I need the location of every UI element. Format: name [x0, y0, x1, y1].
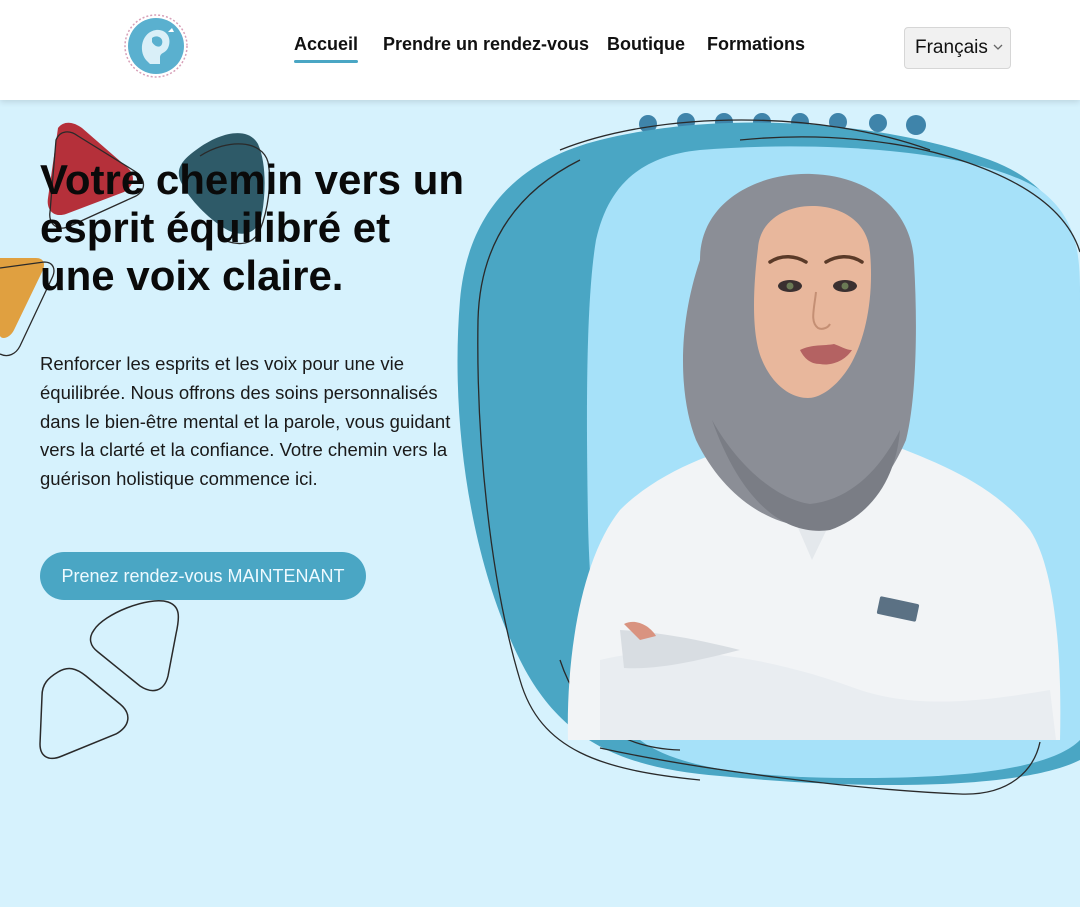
orange-triangle-shape — [0, 258, 44, 338]
hero-title: Votre chemin vers un esprit équilibré et… — [40, 156, 480, 300]
chevron-down-icon — [993, 44, 1003, 50]
hero-title-line: esprit équilibré et — [40, 204, 391, 251]
book-appointment-label: Prenez rendez-vous MAINTENANT — [61, 565, 345, 586]
language-select-value: Français — [915, 37, 988, 58]
language-select[interactable]: Français — [904, 27, 1011, 69]
hero-title-line: une voix claire. — [40, 252, 344, 299]
book-appointment-button[interactable]: Prenez rendez-vous MAINTENANT — [40, 552, 366, 600]
nav-item-rendez-vous[interactable]: Prendre un rendez-vous — [383, 34, 589, 55]
hero-description: Renforcer les esprits et les voix pour u… — [40, 353, 451, 490]
nav-item-accueil[interactable]: Accueil — [294, 34, 359, 63]
nav-item-formations[interactable]: Formations — [707, 34, 805, 55]
triangle-outline-shape — [89, 600, 180, 692]
site-header: Accueil Prendre un rendez-vous Boutique … — [0, 0, 1080, 100]
triangle-outline-shape — [39, 667, 129, 760]
nav-item-boutique[interactable]: Boutique — [607, 34, 685, 55]
hero-title-line: Votre chemin vers un — [40, 156, 465, 203]
logo-icon[interactable] — [124, 14, 188, 78]
